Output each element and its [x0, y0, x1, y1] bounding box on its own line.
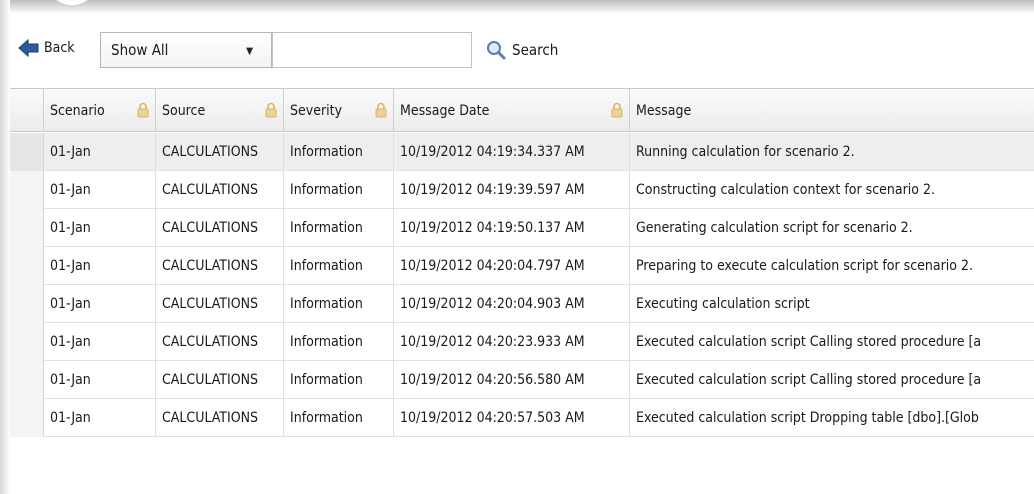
lock-icon [137, 102, 149, 118]
table-row[interactable]: 01-Jan CALCULATIONS Information 10/19/2012 … [10, 399, 1034, 437]
column-header-label: Message Date [400, 102, 490, 119]
grid-header: Scenario Source Severity Message Date Me… [10, 89, 1034, 132]
table-row[interactable]: 01-Jan CALCULATIONS Information 10/19/2012 … [10, 209, 1034, 247]
row-selector[interactable] [10, 361, 44, 399]
table-row[interactable]: 01-Jan CALCULATIONS Information 10/19/2012 … [10, 247, 1034, 285]
cell-severity: Information [284, 361, 394, 399]
column-header-label: Scenario [50, 102, 105, 119]
toolbar: Back Show All ▼ Search [10, 28, 1034, 80]
row-selector[interactable] [10, 285, 44, 323]
cell-source: CALCULATIONS [156, 171, 284, 209]
cell-scenario: 01-Jan [44, 285, 156, 323]
back-button[interactable]: Back [18, 36, 75, 60]
cell-source: CALCULATIONS [156, 323, 284, 361]
row-selector[interactable] [10, 399, 44, 437]
cell-source: CALCULATIONS [156, 209, 284, 247]
cell-message: Running calculation for scenario 2. [636, 144, 855, 160]
row-selector[interactable] [10, 247, 44, 285]
cell-message: Executing calculation script [636, 296, 810, 312]
cell-message: Executed calculation script Dropping tab… [636, 410, 979, 426]
cell-message-date: 10/19/2012 04:19:34.337 AM [394, 133, 630, 171]
log-grid: Scenario Source Severity Message Date Me… [10, 88, 1034, 494]
cell-severity: Information [284, 285, 394, 323]
column-header-label: Message [636, 102, 692, 119]
cell-message: Executed calculation script Calling stor… [636, 372, 982, 388]
cell-message: Executed calculation script Calling stor… [636, 334, 982, 350]
column-header-label: Severity [290, 102, 343, 119]
search-input[interactable] [272, 32, 472, 68]
cell-message-date: 10/19/2012 04:20:23.933 AM [394, 323, 630, 361]
cell-scenario: 01-Jan [44, 247, 156, 285]
cell-severity: Information [284, 399, 394, 437]
cell-scenario: 01-Jan [44, 361, 156, 399]
cell-message-date: 10/19/2012 04:20:56.580 AM [394, 361, 630, 399]
back-arrow-icon [18, 38, 39, 58]
cell-scenario: 01-Jan [44, 171, 156, 209]
lock-icon [611, 102, 623, 118]
column-header-message-date[interactable]: Message Date [394, 89, 630, 132]
column-header-label: Source [162, 102, 206, 119]
cell-source: CALCULATIONS [156, 133, 284, 171]
cell-source: CALCULATIONS [156, 285, 284, 323]
back-label: Back [44, 40, 75, 56]
search-label: Search [512, 41, 559, 59]
cell-source: CALCULATIONS [156, 247, 284, 285]
cell-severity: Information [284, 323, 394, 361]
column-header-scenario[interactable]: Scenario [44, 89, 156, 132]
cell-scenario: 01-Jan [44, 133, 156, 171]
column-header-severity[interactable]: Severity [284, 89, 394, 132]
filter-select-value: Show All [111, 41, 169, 59]
cell-message-date: 10/19/2012 04:19:39.597 AM [394, 171, 630, 209]
cell-severity: Information [284, 133, 394, 171]
row-selector[interactable] [10, 133, 44, 171]
log-viewer-window: Back Show All ▼ Search Scenario Source S… [0, 0, 1034, 494]
filter-select[interactable]: Show All ▼ [100, 32, 272, 68]
cell-message: Generating calculation script for scenar… [636, 220, 913, 236]
cell-message-date: 10/19/2012 04:20:04.903 AM [394, 285, 630, 323]
window-left-shade [0, 0, 10, 494]
cell-message-date: 10/19/2012 04:20:04.797 AM [394, 247, 630, 285]
table-row[interactable]: 01-Jan CALCULATIONS Information 10/19/2012 … [10, 323, 1034, 361]
chevron-down-icon: ▼ [246, 46, 253, 57]
cell-severity: Information [284, 171, 394, 209]
cell-scenario: 01-Jan [44, 209, 156, 247]
row-selector-header [10, 89, 44, 132]
lock-icon [375, 102, 387, 118]
row-selector[interactable] [10, 209, 44, 247]
search-button[interactable]: Search [486, 36, 558, 64]
lock-icon [265, 102, 277, 118]
row-selector[interactable] [10, 171, 44, 209]
table-row[interactable]: 01-Jan CALCULATIONS Information 10/19/2012 … [10, 171, 1034, 209]
cell-message-date: 10/19/2012 04:19:50.137 AM [394, 209, 630, 247]
cell-severity: Information [284, 209, 394, 247]
cell-message: Preparing to execute calculation script … [636, 258, 973, 274]
tab-notch [56, 0, 88, 7]
row-selector[interactable] [10, 323, 44, 361]
column-header-source[interactable]: Source [156, 89, 284, 132]
cell-scenario: 01-Jan [44, 399, 156, 437]
cell-severity: Information [284, 247, 394, 285]
cell-source: CALCULATIONS [156, 361, 284, 399]
column-header-message[interactable]: Message [630, 89, 1034, 132]
table-row[interactable]: 01-Jan CALCULATIONS Information 10/19/2012 … [10, 361, 1034, 399]
cell-message-date: 10/19/2012 04:20:57.503 AM [394, 399, 630, 437]
table-row[interactable]: 01-Jan CALCULATIONS Information 10/19/2012 … [10, 133, 1034, 171]
cell-message: Constructing calculation context for sce… [636, 182, 935, 198]
cell-scenario: 01-Jan [44, 323, 156, 361]
cell-source: CALCULATIONS [156, 399, 284, 437]
table-row[interactable]: 01-Jan CALCULATIONS Information 10/19/2012 … [10, 285, 1034, 323]
window-top-shadow [0, 0, 1034, 14]
search-icon [487, 41, 506, 60]
